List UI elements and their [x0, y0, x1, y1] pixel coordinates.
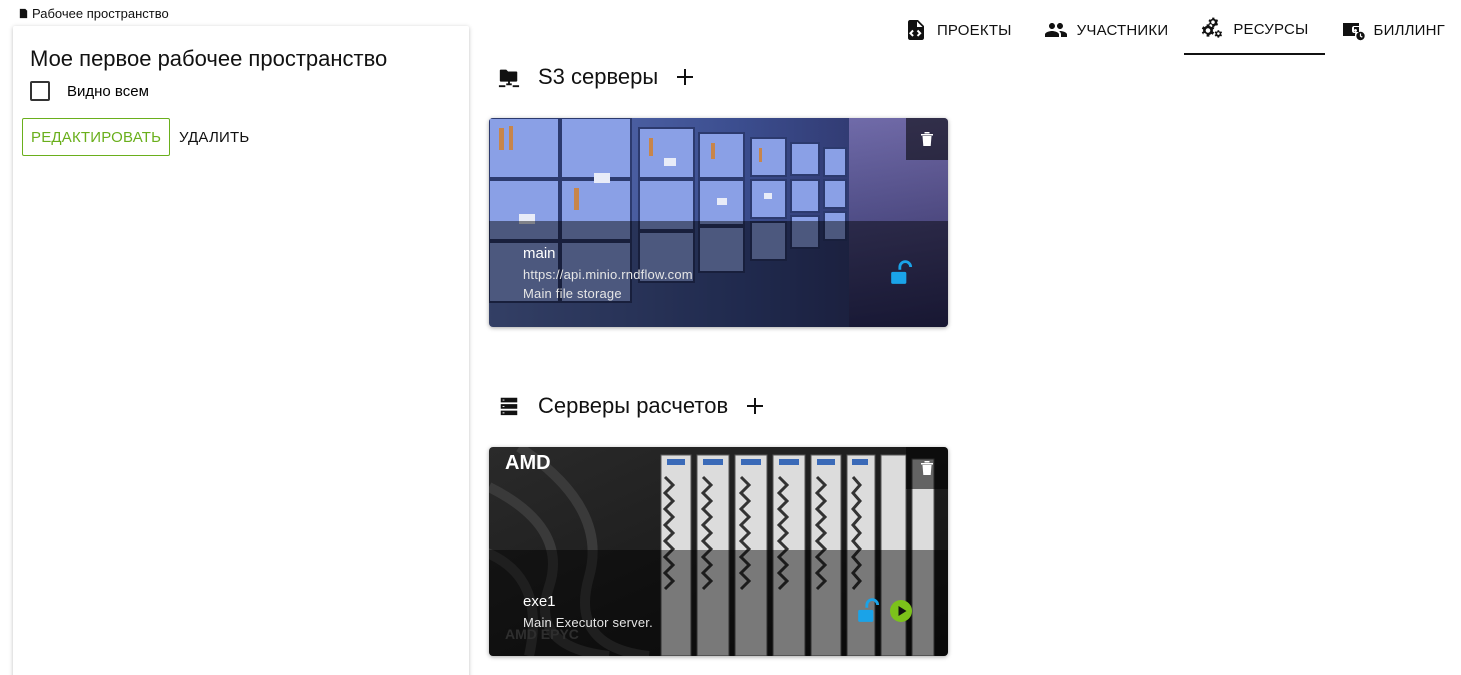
- compute-section-title: Серверы расчетов: [538, 393, 729, 418]
- tab-projects[interactable]: ПРОЕКТЫ: [888, 5, 1028, 55]
- workspace-panel: Мое первое рабочее пространство Видно вс…: [13, 26, 469, 675]
- add-compute-icon[interactable]: [743, 394, 767, 418]
- visibility-row: Видно всем: [30, 81, 149, 101]
- delete-button[interactable]: УДАЛИТЬ: [179, 118, 249, 156]
- compute-card-delete[interactable]: [906, 447, 948, 489]
- tab-billing[interactable]: БИЛЛИНГ: [1325, 5, 1461, 55]
- tab-members-label: УЧАСТНИКИ: [1076, 21, 1169, 39]
- tab-projects-label: ПРОЕКТЫ: [936, 21, 1012, 39]
- breadcrumb[interactable]: Рабочее пространство: [18, 6, 169, 21]
- s3-card-delete[interactable]: [906, 118, 948, 160]
- tab-members[interactable]: УЧАСТНИКИ: [1028, 5, 1185, 55]
- lock-open-icon[interactable]: [889, 260, 915, 286]
- s3-section-title: S3 серверы: [538, 64, 659, 89]
- compute-card-description: Main Executor server.: [523, 615, 653, 630]
- visibility-label: Видно всем: [67, 82, 149, 100]
- compute-card-name: exe1: [523, 593, 556, 610]
- tab-bar: ПРОЕКТЫ УЧАСТНИКИ РЕСУРСЫ БИЛЛИНГ: [888, 5, 1461, 55]
- trash-icon: [921, 132, 933, 146]
- tab-resources[interactable]: РЕСУРСЫ: [1184, 5, 1325, 55]
- server-icon: [500, 397, 518, 416]
- amd-logo-text: AMD: [505, 452, 551, 474]
- trash-icon: [921, 461, 933, 475]
- tab-billing-label: БИЛЛИНГ: [1373, 21, 1445, 39]
- wallet-clock-icon: [1342, 23, 1365, 41]
- play-circle-icon[interactable]: [889, 599, 913, 623]
- s3-card-description: Main file storage: [523, 286, 622, 301]
- s3-card-name: main: [523, 245, 556, 262]
- add-s3-icon[interactable]: [673, 65, 697, 89]
- folder-network-icon: [498, 69, 520, 88]
- file-code-icon: [907, 20, 924, 40]
- s3-section-header: S3 серверы: [498, 64, 697, 90]
- gears-icon: [1202, 17, 1223, 38]
- compute-section-header: Серверы расчетов: [498, 393, 767, 419]
- tab-resources-label: РЕСУРСЫ: [1233, 20, 1309, 38]
- visibility-checkbox[interactable]: [30, 81, 50, 101]
- lock-open-icon[interactable]: [856, 598, 882, 624]
- compute-card-exe1[interactable]: AMD AMD EPYC exe1 Main Executor server.: [489, 447, 948, 656]
- document-icon: [19, 8, 28, 19]
- people-icon: [1044, 23, 1067, 37]
- s3-card-main[interactable]: main https://api.minio.rndflow.com Main …: [489, 118, 948, 327]
- s3-card-url: https://api.minio.rndflow.com: [523, 267, 693, 282]
- edit-button[interactable]: РЕДАКТИРОВАТЬ: [22, 118, 171, 156]
- breadcrumb-label: Рабочее пространство: [32, 6, 169, 21]
- workspace-title: Мое первое рабочее пространство: [30, 46, 388, 71]
